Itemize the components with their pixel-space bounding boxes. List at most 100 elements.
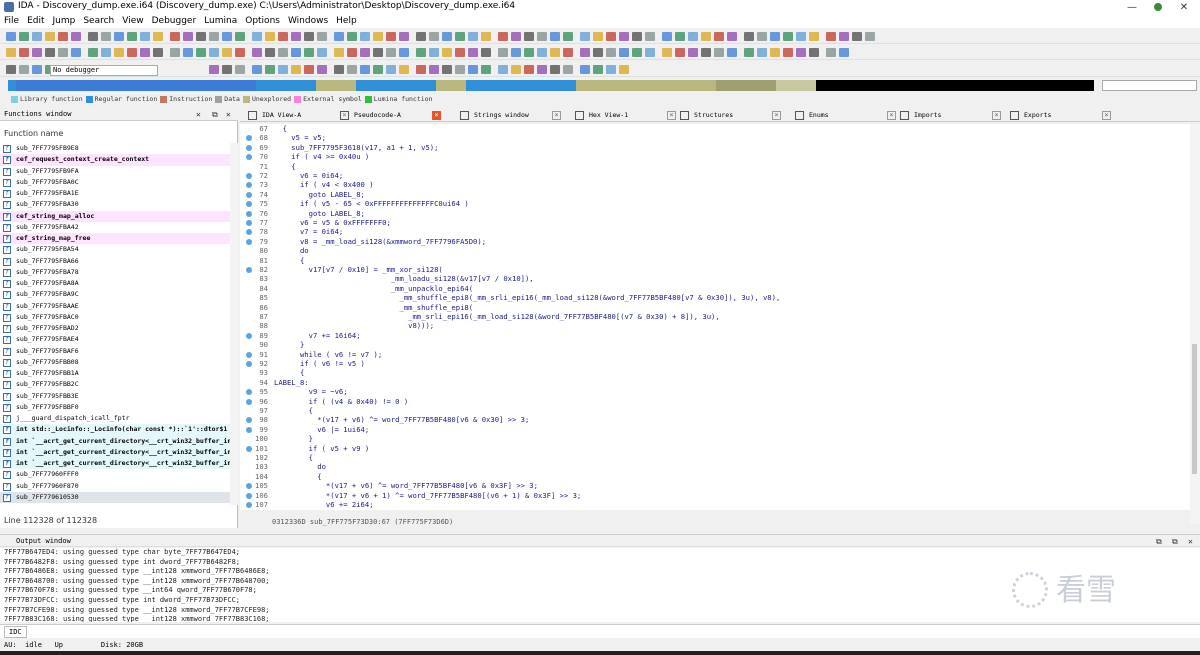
toolbar-icon[interactable] <box>580 32 590 41</box>
toolbar-icon[interactable] <box>58 48 68 57</box>
toolbar-icon[interactable] <box>347 32 357 41</box>
function-list-item[interactable]: f sub_7FF7795FB9E8 <box>0 143 230 154</box>
toolbar-icon[interactable] <box>593 48 603 57</box>
function-list-item[interactable]: f sub_7FF7795FBAAE <box>0 301 230 312</box>
toolbar-icon[interactable] <box>714 48 724 57</box>
toolbar-icon[interactable] <box>429 32 439 41</box>
toolbar-icon[interactable] <box>757 32 767 41</box>
toolbar-icon[interactable] <box>468 65 478 74</box>
toolbar-icon[interactable] <box>101 48 111 57</box>
toolbar-icon[interactable] <box>688 48 698 57</box>
toolbar-icon[interactable] <box>334 65 344 74</box>
menu-jump[interactable]: Jump <box>49 15 80 28</box>
tab-close-icon[interactable]: × <box>667 111 676 120</box>
toolbar-icon[interactable] <box>839 32 849 41</box>
toolbar-icon[interactable] <box>373 48 383 57</box>
toolbar-icon[interactable] <box>826 32 836 41</box>
menu-lumina[interactable]: Lumina <box>200 15 241 28</box>
toolbar-icon[interactable] <box>580 48 590 57</box>
toolbar-icon[interactable] <box>744 32 754 41</box>
panel-close-icon[interactable]: ✕ <box>196 108 201 121</box>
function-list-item[interactable]: f sub_7FF7795FBA54 <box>0 244 230 255</box>
tab-close-icon[interactable]: × <box>432 111 441 120</box>
function-list-item[interactable]: f sub_7FF7795FBAD2 <box>0 323 230 334</box>
toolbar-icon[interactable] <box>442 32 452 41</box>
toolbar-icon[interactable] <box>537 48 547 57</box>
toolbar-icon[interactable] <box>183 48 193 57</box>
toolbar-icon[interactable] <box>209 32 219 41</box>
toolbar-icon[interactable] <box>291 65 301 74</box>
menu-options[interactable]: Options <box>241 15 284 28</box>
toolbar-icon[interactable] <box>32 32 42 41</box>
toolbar-icon[interactable] <box>265 32 275 41</box>
idc-button[interactable]: IDC <box>4 626 27 638</box>
toolbar-icon[interactable] <box>865 32 875 41</box>
navigation-band[interactable] <box>8 80 1094 91</box>
toolbar-icon[interactable] <box>235 32 245 41</box>
toolbar-icon[interactable] <box>606 32 616 41</box>
toolbar-icon[interactable] <box>291 48 301 57</box>
toolbar-icon[interactable] <box>852 32 862 41</box>
toolbar-icon[interactable] <box>511 32 521 41</box>
toolbar-icon[interactable] <box>360 32 370 41</box>
function-list-item[interactable]: f sub_7FF7795FBAC0 <box>0 312 230 323</box>
function-list-item[interactable]: f sub_7FF77960F870 <box>0 481 230 492</box>
toolbar-icon[interactable] <box>783 48 793 57</box>
toolbar-icon[interactable] <box>839 48 849 57</box>
function-list-item[interactable]: f sub_7FF7795FBAE4 <box>0 334 230 345</box>
function-list-item[interactable]: f int `__acrt_get_current_directory<__crt… <box>0 458 230 470</box>
toolbar-icon[interactable] <box>252 32 262 41</box>
toolbar-icon[interactable] <box>796 48 806 57</box>
tab-exports[interactable]: Exports × <box>1010 109 1111 122</box>
toolbar-icon[interactable] <box>386 48 396 57</box>
toolbar-icon[interactable] <box>373 32 383 41</box>
toolbar-icon[interactable] <box>563 65 573 74</box>
toolbar-icon[interactable] <box>235 48 245 57</box>
toolbar-icon[interactable] <box>278 32 288 41</box>
toolbar-icon[interactable] <box>347 65 357 74</box>
toolbar-icon[interactable] <box>88 32 98 41</box>
toolbar-icon[interactable] <box>701 32 711 41</box>
toolbar-icon[interactable] <box>19 48 29 57</box>
toolbar-icon[interactable] <box>114 48 124 57</box>
toolbar-icon[interactable] <box>498 65 508 74</box>
toolbar-icon[interactable] <box>265 48 275 57</box>
function-list-item[interactable]: f sub_7FF7795FBB3E <box>0 391 230 402</box>
toolbar-icon[interactable] <box>45 48 55 57</box>
toolbar-icon[interactable] <box>19 32 29 41</box>
toolbar-icon[interactable] <box>744 48 754 57</box>
toolbar-icon[interactable] <box>373 65 383 74</box>
function-name-column-header[interactable]: Function name <box>0 127 238 140</box>
toolbar-icon[interactable] <box>278 48 288 57</box>
toolbar-icon[interactable] <box>511 65 521 74</box>
toolbar-icon[interactable] <box>632 48 642 57</box>
toolbar-icon[interactable] <box>360 65 370 74</box>
toolbar-icon[interactable] <box>6 48 16 57</box>
navigation-mode-select[interactable] <box>1102 80 1197 91</box>
toolbar-icon[interactable] <box>606 65 616 74</box>
toolbar-icon[interactable] <box>304 48 314 57</box>
function-list-item[interactable]: f cef_string_map_alloc <box>0 210 230 222</box>
toolbar-icon[interactable] <box>524 65 534 74</box>
panel-float-icon[interactable]: ⧉ <box>212 108 218 121</box>
function-list-item[interactable]: f sub_7FF7795FBA66 <box>0 256 230 267</box>
toolbar-icon[interactable] <box>593 32 603 41</box>
toolbar-icon[interactable] <box>455 32 465 41</box>
toolbar-icon[interactable] <box>252 48 262 57</box>
toolbar-icon[interactable] <box>429 65 439 74</box>
function-list-item[interactable]: f sub_7FF7795FBA8A <box>0 278 230 289</box>
toolbar-icon[interactable] <box>537 65 547 74</box>
toolbar-icon[interactable] <box>796 32 806 41</box>
toolbar-icon[interactable] <box>252 65 262 74</box>
function-list-item[interactable]: f sub_7FF7795FBBF0 <box>0 402 230 413</box>
function-list-item[interactable]: f sub_7FF7795FBA78 <box>0 267 230 278</box>
toolbar-icon[interactable] <box>291 32 301 41</box>
tab-hex-view-1[interactable]: Hex View-1 × <box>575 109 676 122</box>
toolbar-icon[interactable] <box>429 48 439 57</box>
function-list-item[interactable]: f sub_7FF7795FBB08 <box>0 357 230 368</box>
close-button[interactable]: ✕ <box>1172 0 1196 15</box>
toolbar-icon[interactable] <box>317 48 327 57</box>
menu-search[interactable]: Search <box>79 15 118 28</box>
toolbar-icon[interactable] <box>32 48 42 57</box>
toolbar-icon[interactable] <box>498 48 508 57</box>
